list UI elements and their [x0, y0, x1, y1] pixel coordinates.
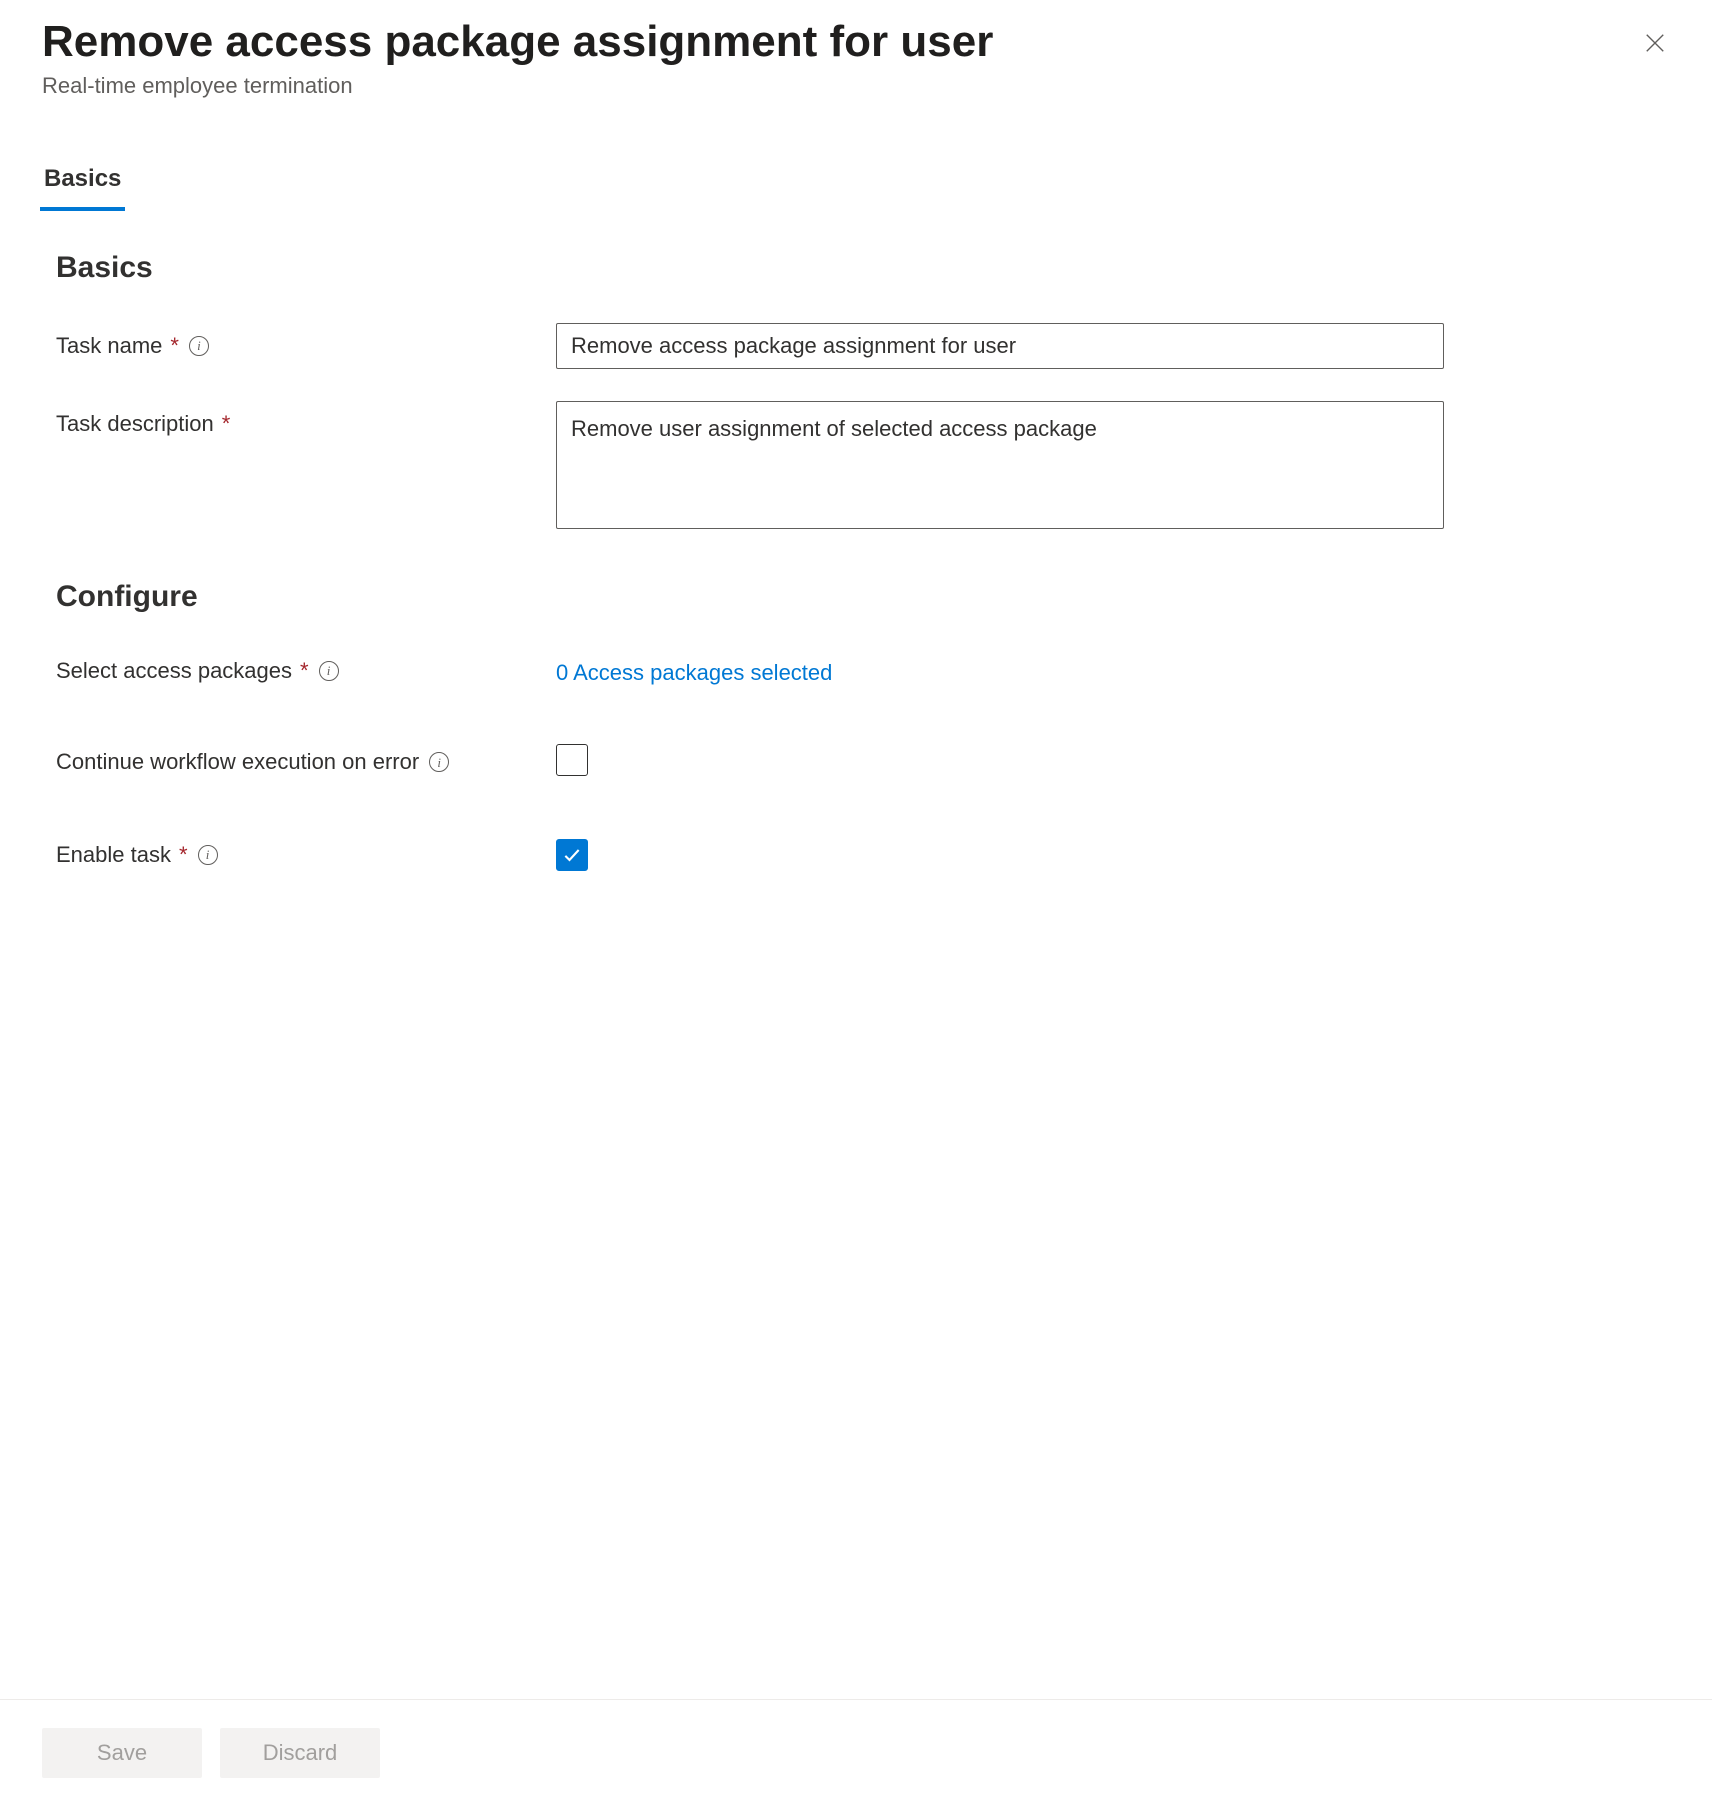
task-description-label: Task description — [56, 411, 214, 437]
select-packages-label: Select access packages — [56, 658, 292, 684]
tab-basics[interactable]: Basics — [40, 155, 125, 211]
enable-task-label-wrap: Enable task * — [56, 842, 556, 868]
section-heading-configure: Configure — [56, 580, 1670, 614]
discard-button[interactable]: Discard — [220, 1728, 380, 1778]
task-description-input[interactable] — [556, 401, 1444, 529]
page-subtitle: Real-time employee termination — [42, 73, 1634, 99]
close-button[interactable] — [1634, 22, 1676, 67]
tabs: Basics — [40, 155, 1670, 211]
select-packages-link[interactable]: 0 Access packages selected — [556, 656, 832, 686]
section-heading-basics: Basics — [56, 251, 1670, 285]
info-icon[interactable] — [189, 336, 209, 356]
required-indicator: * — [300, 658, 309, 684]
page-title: Remove access package assignment for use… — [42, 16, 1634, 69]
continue-on-error-label: Continue workflow execution on error — [56, 749, 419, 775]
required-indicator: * — [222, 411, 231, 437]
enable-task-label: Enable task — [56, 842, 171, 868]
task-name-input[interactable] — [556, 323, 1444, 369]
select-packages-label-wrap: Select access packages * — [56, 658, 556, 684]
enable-task-checkbox[interactable] — [556, 839, 588, 871]
required-indicator: * — [179, 842, 188, 868]
required-indicator: * — [170, 333, 179, 359]
info-icon[interactable] — [429, 752, 449, 772]
continue-on-error-checkbox[interactable] — [556, 744, 588, 776]
close-icon — [1644, 32, 1666, 57]
info-icon[interactable] — [319, 661, 339, 681]
header: Remove access package assignment for use… — [42, 16, 1634, 99]
save-button[interactable]: Save — [42, 1728, 202, 1778]
task-name-label-wrap: Task name * — [56, 323, 556, 359]
info-icon[interactable] — [198, 845, 218, 865]
continue-on-error-label-wrap: Continue workflow execution on error — [56, 749, 556, 775]
task-name-label: Task name — [56, 333, 162, 359]
task-description-label-wrap: Task description * — [56, 401, 556, 437]
footer: Save Discard — [0, 1699, 1712, 1808]
